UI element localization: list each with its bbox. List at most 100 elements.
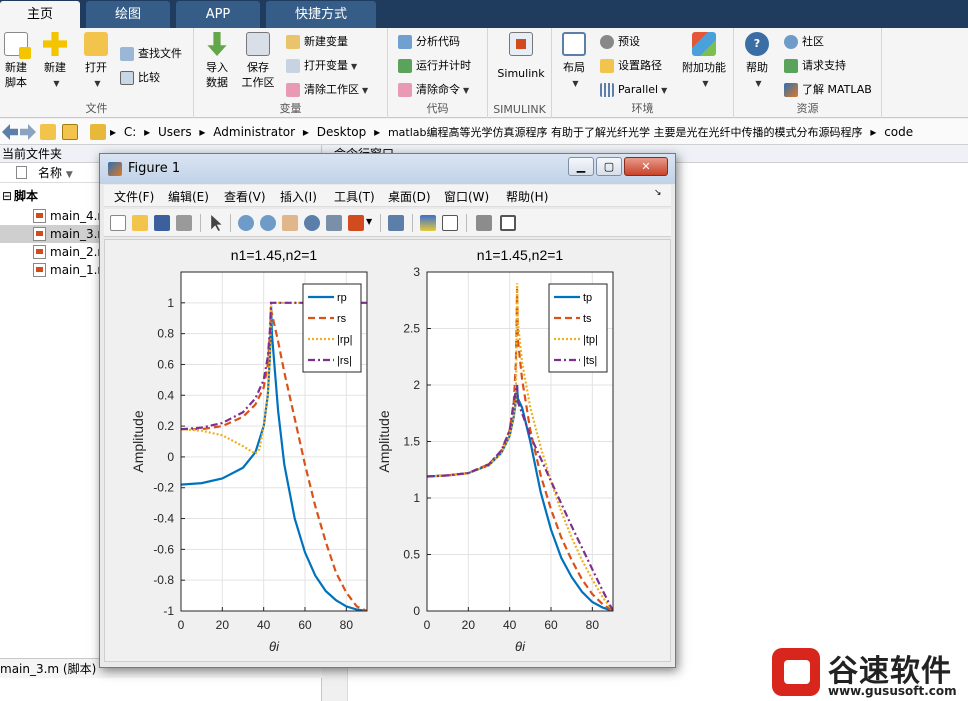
analyze-code-button[interactable]: 分析代码 <box>398 33 460 51</box>
tab-home[interactable]: 主页 <box>0 1 80 28</box>
axes-1[interactable]: 0 20 40 60 80 -1 -0.8 -0.6 -0.4 -0.2 0 0.2 0.4 0.6 0.8… <box>130 247 368 654</box>
rotate-3d-icon[interactable] <box>304 215 320 231</box>
browse-folder-icon[interactable] <box>62 124 78 140</box>
new-button[interactable]: 新建 ▼ <box>40 32 70 91</box>
layout-button[interactable]: 布局 ▼ <box>558 32 590 91</box>
maximize-button[interactable]: ▢ <box>596 157 622 176</box>
breadcrumb-item[interactable]: code <box>884 125 913 139</box>
legend-entry: |ts| <box>583 355 597 367</box>
parallel-icon <box>600 83 614 97</box>
tab-shortcuts[interactable]: 快捷方式 <box>266 1 376 28</box>
compare-icon <box>120 71 134 85</box>
colorbar-icon[interactable] <box>420 215 436 231</box>
data-cursor-icon[interactable] <box>326 215 342 231</box>
compare-button[interactable]: 比较 <box>120 69 160 87</box>
breadcrumb-item[interactable]: matlab编程高等光学仿真源程序 有助于了解光纤光学 主要是光在光纤中传播的模… <box>388 126 863 139</box>
add-ons-button[interactable]: 附加功能 ▼ <box>678 32 730 91</box>
open-file-icon[interactable] <box>132 215 148 231</box>
show-plot-tools-icon[interactable] <box>500 215 516 231</box>
group-label: 脚本 <box>14 189 39 203</box>
run-and-time-button[interactable]: 运行并计时 <box>398 57 471 75</box>
figure-canvas[interactable]: 0 20 40 60 80 -1 -0.8 -0.6 -0.4 -0.2 0 0.2 0.4 0.6 0.8… <box>104 239 671 662</box>
save-workspace-button[interactable]: 保存 工作区 <box>240 32 276 90</box>
breadcrumb-separator: ▸ <box>870 125 877 139</box>
gususoft-logo-icon <box>772 648 820 696</box>
save-workspace-label: 保存 工作区 <box>241 61 275 89</box>
zoom-in-icon[interactable] <box>238 215 254 231</box>
menu-view[interactable]: 查看(V) <box>224 188 266 205</box>
pan-hand-icon[interactable] <box>282 215 298 231</box>
tab-apps[interactable]: APP <box>176 1 260 28</box>
new-variable-button[interactable]: 新建变量 <box>286 33 348 51</box>
forward-arrow-icon[interactable] <box>20 124 36 140</box>
set-path-button[interactable]: 设置路径 <box>600 57 662 75</box>
brush-icon[interactable] <box>348 215 364 231</box>
legend-icon[interactable] <box>442 215 458 231</box>
dock-icon[interactable]: ↘ <box>654 188 662 198</box>
hide-plot-tools-icon[interactable] <box>476 215 492 231</box>
x-tick-label: 40 <box>257 618 271 632</box>
breadcrumb-item[interactable]: Administrator <box>213 125 295 139</box>
request-support-label: 请求支持 <box>802 59 846 72</box>
pointer-icon[interactable] <box>211 215 222 231</box>
breadcrumb-item[interactable]: C: <box>124 125 136 139</box>
breadcrumb-item[interactable]: Desktop <box>317 125 367 139</box>
zoom-out-icon[interactable] <box>260 215 276 231</box>
y-tick-label: 1 <box>167 296 174 310</box>
learn-matlab-button[interactable]: 了解 MATLAB <box>784 81 872 99</box>
chevron-down-icon[interactable]: ▼ <box>366 217 372 226</box>
new-script-button[interactable]: 新建 脚本 <box>2 32 31 90</box>
find-files-button[interactable]: 查找文件 <box>120 45 182 63</box>
preferences-button[interactable]: 预设 <box>600 33 640 51</box>
up-folder-icon[interactable] <box>40 124 56 140</box>
close-button[interactable]: ✕ <box>624 157 668 176</box>
matlab-logo-icon <box>784 83 798 97</box>
watermark-url: www.gususoft.com <box>828 684 957 698</box>
import-label: 导入 数据 <box>206 61 228 89</box>
sort-down-icon: ▼ <box>65 170 73 180</box>
axes-2[interactable]: 0 20 40 60 80 0 0.5 1 1.5 2 2.5 3 n1=1.45,n2=1 θi Ampl… <box>376 247 614 654</box>
import-data-button[interactable]: 导入 数据 <box>202 32 232 90</box>
menu-file[interactable]: 文件(F) <box>114 188 154 205</box>
parallel-button[interactable]: Parallel ▼ <box>600 81 667 99</box>
community-button[interactable]: 社区 <box>784 33 824 51</box>
set-path-label: 设置路径 <box>618 59 662 72</box>
figure-titlebar[interactable]: Figure 1 ▁ ▢ ✕ <box>100 154 675 184</box>
menu-window[interactable]: 窗口(W) <box>444 188 489 205</box>
menu-tools[interactable]: 工具(T) <box>334 188 375 205</box>
matlab-logo-icon <box>108 162 122 176</box>
legend-entry: |tp| <box>583 334 598 346</box>
tab-plots[interactable]: 绘图 <box>86 1 170 28</box>
menu-insert[interactable]: 插入(I) <box>280 188 317 205</box>
back-arrow-icon[interactable] <box>2 124 18 140</box>
find-files-label: 查找文件 <box>138 47 182 60</box>
help-button[interactable]: ? 帮助 ▼ <box>742 32 772 91</box>
legend[interactable]: rp rs |rp| |rs| <box>302 283 362 373</box>
x-tick-label: 40 <box>503 618 517 632</box>
help-icon: ? <box>745 32 769 56</box>
open-variable-button[interactable]: 打开变量 ▼ <box>286 57 357 75</box>
x-tick-label: 20 <box>462 618 476 632</box>
save-icon[interactable] <box>154 215 170 231</box>
clear-commands-button[interactable]: 清除命令 ▼ <box>398 81 469 99</box>
chevron-down-icon: ▼ <box>351 62 358 71</box>
menu-edit[interactable]: 编辑(E) <box>168 188 209 205</box>
minimize-button[interactable]: ▁ <box>568 157 594 176</box>
import-icon <box>207 32 227 56</box>
x-tick-label: 0 <box>424 618 431 632</box>
open-button[interactable]: 打开 ▼ <box>80 32 112 91</box>
legend[interactable]: tp ts |tp| |ts| <box>548 283 608 373</box>
simulink-button[interactable]: Simulink <box>494 32 548 81</box>
print-icon[interactable] <box>176 215 192 231</box>
new-figure-icon[interactable] <box>110 215 126 231</box>
find-files-icon <box>120 47 134 61</box>
menu-help[interactable]: 帮助(H) <box>506 188 548 205</box>
menu-desktop[interactable]: 桌面(D) <box>388 188 431 205</box>
chart-title: n1=1.45,n2=1 <box>477 247 564 263</box>
request-support-button[interactable]: 请求支持 <box>784 57 846 75</box>
link-plot-icon[interactable] <box>388 215 404 231</box>
figure-window[interactable]: Figure 1 ▁ ▢ ✕ 文件(F) 编辑(E) 查看(V) 插入(I) 工… <box>99 153 676 668</box>
file-type-icon <box>16 166 27 179</box>
breadcrumb-item[interactable]: Users <box>158 125 192 139</box>
clear-workspace-button[interactable]: 清除工作区 ▼ <box>286 81 368 99</box>
